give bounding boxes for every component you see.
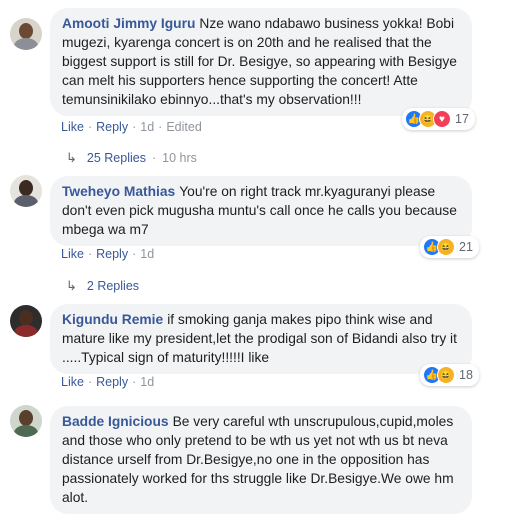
comment-author[interactable]: Badde Ignicious — [62, 414, 169, 429]
view-replies-link[interactable]: ↳ 25 Replies · 10 hrs — [66, 150, 197, 166]
reply-button[interactable]: Reply — [96, 247, 128, 261]
comment-bubble: Amooti Jimmy Iguru Nze wano ndabawo busin… — [50, 8, 472, 116]
avatar[interactable] — [10, 18, 42, 50]
avatar[interactable] — [10, 405, 42, 437]
reply-button[interactable]: Reply — [96, 375, 128, 389]
reactions-summary[interactable]: 👍 😆 ♥ 17 — [402, 108, 475, 130]
like-button[interactable]: Like — [61, 247, 84, 261]
comment-author[interactable]: Tweheyo Mathias — [62, 184, 175, 199]
reaction-count: 21 — [459, 240, 473, 254]
timestamp[interactable]: 1d — [140, 247, 154, 261]
avatar[interactable] — [10, 175, 42, 207]
reply-button[interactable]: Reply — [96, 120, 128, 134]
laughing-face-icon: 😆 — [437, 366, 455, 384]
comment-bubble: Kigundu Remie if smoking ganja makes pipo… — [50, 304, 472, 374]
replies-count[interactable]: 2 Replies — [87, 279, 139, 293]
comment-author[interactable]: Amooti Jimmy Iguru — [62, 16, 195, 31]
replies-separator: · — [151, 151, 157, 165]
comment-actions: Like · Reply · 1d — [61, 375, 155, 389]
comment-bubble: Tweheyo Mathias You're on right track mr.… — [50, 176, 472, 246]
view-replies-link[interactable]: ↳ 2 Replies — [66, 278, 139, 294]
reaction-count: 18 — [459, 368, 473, 382]
reply-arrow-icon: ↳ — [66, 150, 77, 165]
comment-bubble: Badde Ignicious Be very careful wth unscr… — [50, 406, 472, 514]
timestamp[interactable]: 1d — [140, 375, 154, 389]
like-button[interactable]: Like — [61, 120, 84, 134]
edited-label[interactable]: Edited — [166, 120, 201, 134]
replies-count[interactable]: 25 Replies — [87, 151, 146, 165]
comment-actions: Like · Reply · 1d — [61, 247, 155, 261]
reaction-count: 17 — [455, 112, 469, 126]
heart-icon: ♥ — [433, 110, 451, 128]
laughing-face-icon: 😆 — [437, 238, 455, 256]
avatar[interactable] — [10, 305, 42, 337]
comment-author[interactable]: Kigundu Remie — [62, 312, 163, 327]
comment-actions: Like · Reply · 1d · Edited — [61, 120, 202, 134]
replies-time: 10 hrs — [162, 151, 197, 165]
reply-arrow-icon: ↳ — [66, 278, 77, 293]
timestamp[interactable]: 1d — [140, 120, 154, 134]
like-button[interactable]: Like — [61, 375, 84, 389]
reactions-summary[interactable]: 👍 😆 21 — [420, 236, 479, 258]
reactions-summary[interactable]: 👍 😆 18 — [420, 364, 479, 386]
